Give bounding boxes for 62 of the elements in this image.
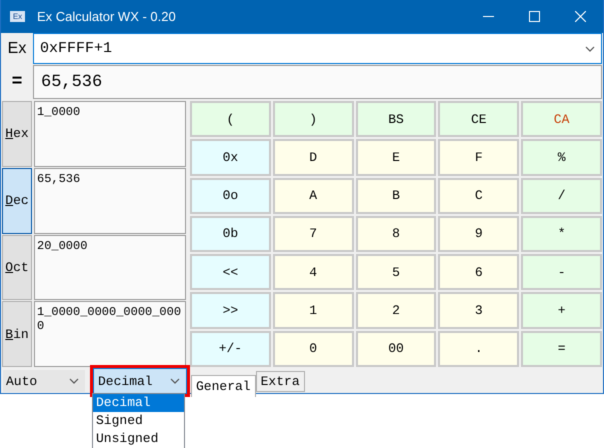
keypad-key[interactable]: % xyxy=(521,139,602,176)
keypad-key[interactable]: +/- xyxy=(190,330,271,367)
radix-button[interactable]: Oct xyxy=(2,234,32,300)
keypad-key[interactable]: << xyxy=(190,254,271,290)
app-icon: Ex xyxy=(10,11,25,22)
expression-label: Ex xyxy=(6,38,28,58)
keypad-key[interactable]: 7 xyxy=(272,216,354,252)
expression-field[interactable]: 0xFFFF+1 xyxy=(33,33,602,64)
type-select[interactable]: Decimal xyxy=(93,368,187,394)
dropdown-option[interactable]: Decimal xyxy=(93,394,184,412)
keypad-key[interactable]: 2 xyxy=(356,292,436,329)
keypad-key[interactable]: CA xyxy=(521,101,602,138)
keypad-key[interactable]: 4 xyxy=(272,254,354,290)
keypad-key[interactable]: 8 xyxy=(356,216,436,252)
keypad-key[interactable]: 9 xyxy=(438,216,520,252)
radix-value: 1_0000_0000_0000_0000 xyxy=(34,301,186,367)
keypad-key[interactable]: 0 xyxy=(272,330,354,367)
keypad-key[interactable]: B xyxy=(356,178,436,214)
keypad-key[interactable]: 0x xyxy=(190,139,271,176)
dropdown-caret-icon xyxy=(69,378,79,384)
keypad-key[interactable]: 5 xyxy=(356,254,436,290)
keypad-key[interactable]: A xyxy=(272,178,354,214)
maximize-icon xyxy=(528,11,540,22)
keypad-key[interactable]: 6 xyxy=(438,254,520,290)
keypad-key[interactable]: 3 xyxy=(438,292,520,329)
window-title: Ex Calculator WX - 0.20 xyxy=(37,9,177,24)
keypad-key[interactable]: ( xyxy=(190,101,271,138)
keypad-key[interactable]: E xyxy=(356,139,436,176)
keypad-key[interactable]: = xyxy=(521,330,602,367)
keypad-key[interactable]: 1 xyxy=(272,292,354,329)
keypad-key[interactable]: . xyxy=(438,330,520,367)
radix-button[interactable]: Bin xyxy=(2,301,32,367)
keypad-key[interactable]: D xyxy=(272,139,354,176)
keypad-key[interactable]: >> xyxy=(190,292,271,329)
radix-value: 1_0000 xyxy=(34,101,186,167)
dropdown-caret-icon xyxy=(170,378,180,384)
dropdown-option[interactable]: Unsigned xyxy=(93,430,184,448)
keypad-key[interactable]: CE xyxy=(438,101,520,138)
radix-value: 20_0000 xyxy=(34,234,186,300)
keypad-key[interactable]: 0o xyxy=(190,178,271,214)
close-icon xyxy=(574,11,586,22)
keypad-key[interactable]: ) xyxy=(272,101,354,138)
keypad-key[interactable]: * xyxy=(521,216,602,252)
result-field: 65,536 xyxy=(33,65,602,99)
keypad-key[interactable]: - xyxy=(521,254,602,290)
minimize-icon xyxy=(482,16,494,17)
tab[interactable]: Extra xyxy=(256,371,305,392)
keypad-key[interactable]: BS xyxy=(356,101,436,138)
radix-value: 65,536 xyxy=(34,168,186,234)
mode-select[interactable]: Auto xyxy=(3,370,85,392)
keypad-key[interactable]: C xyxy=(438,178,520,214)
keypad-key[interactable]: 0b xyxy=(190,216,271,252)
result-label: = xyxy=(10,70,24,94)
dropdown-caret-icon xyxy=(585,46,595,52)
radix-button[interactable]: Hex xyxy=(2,101,32,167)
tab[interactable]: General xyxy=(191,375,256,397)
dropdown-option[interactable]: Signed xyxy=(93,412,184,430)
keypad-key[interactable]: / xyxy=(521,178,602,214)
radix-button[interactable]: Dec xyxy=(2,168,32,234)
keypad-key[interactable]: F xyxy=(438,139,520,176)
keypad-key[interactable]: 00 xyxy=(356,330,436,367)
keypad-key[interactable]: + xyxy=(521,292,602,329)
